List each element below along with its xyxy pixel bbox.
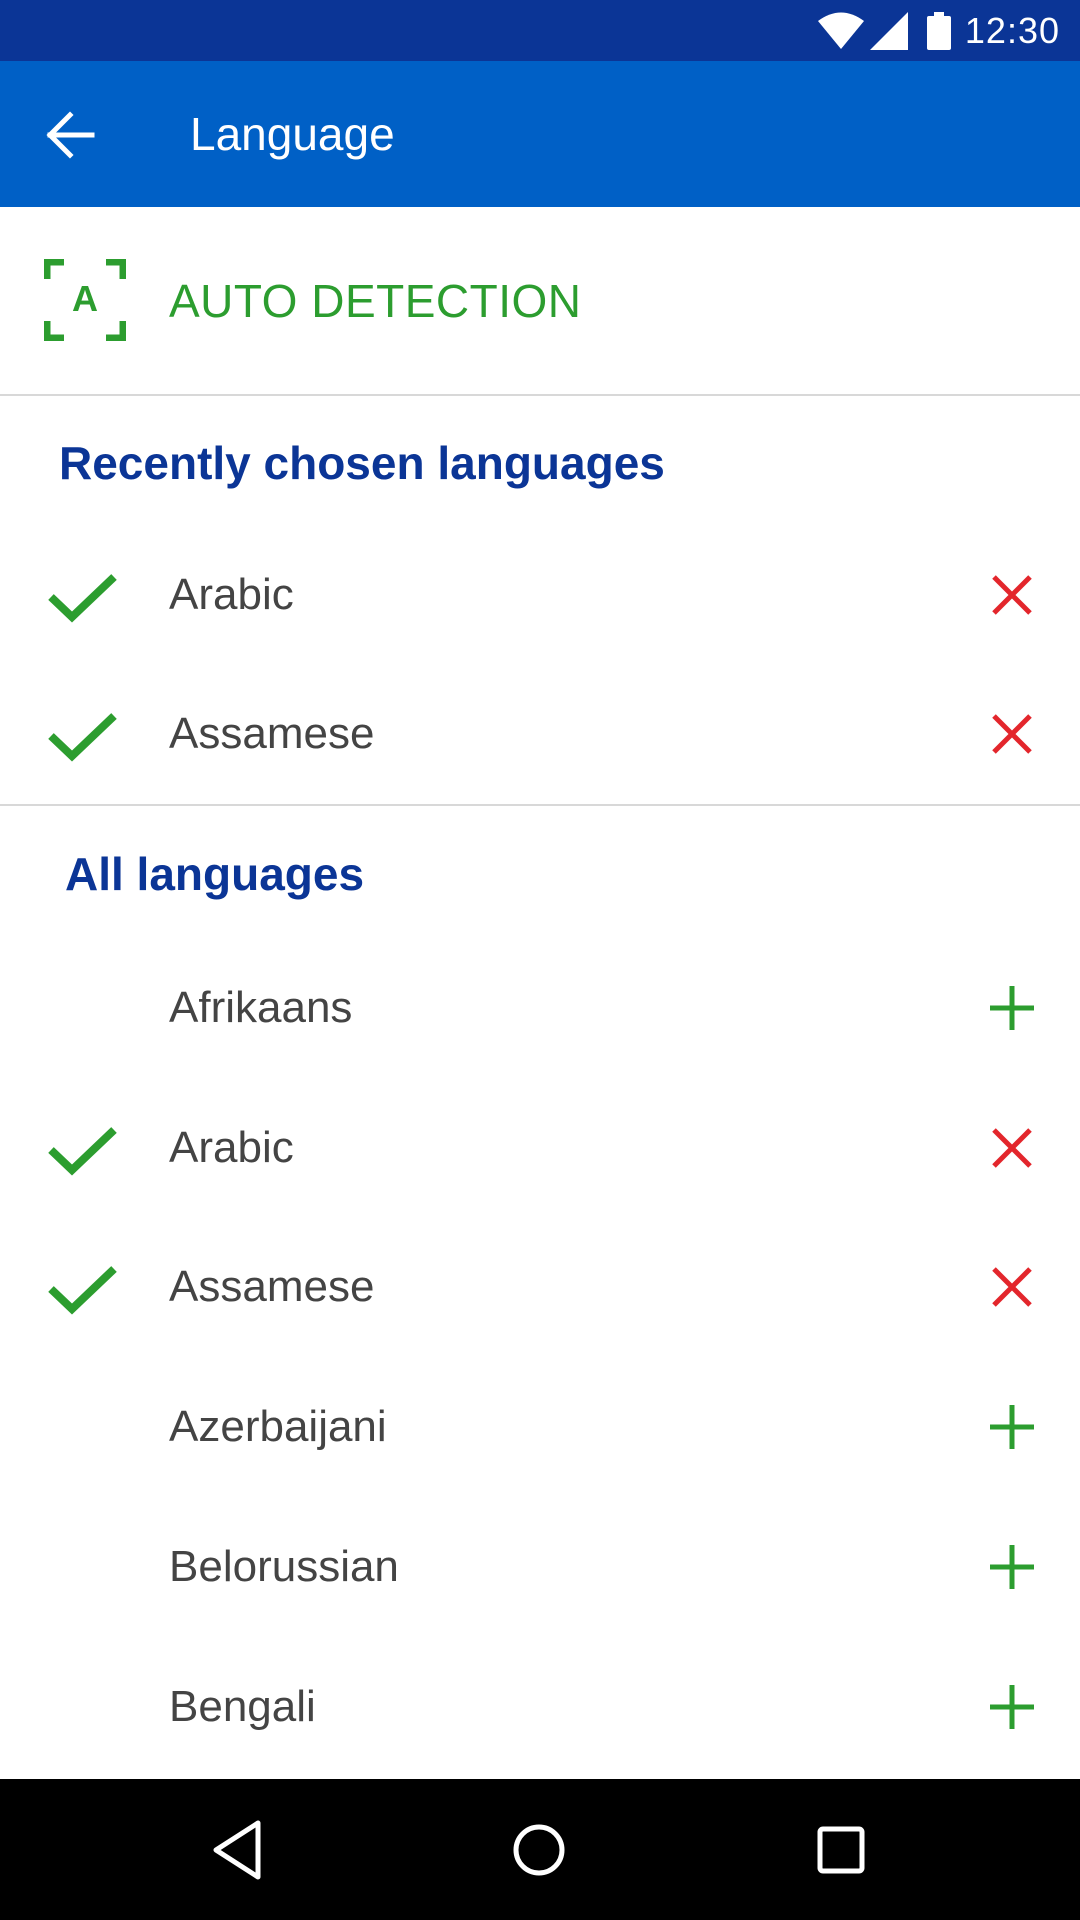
remove-icon[interactable] [988, 1124, 1036, 1172]
auto-detection-label: AUTO DETECTION [169, 275, 582, 327]
app-bar: Language [0, 61, 1080, 207]
add-icon[interactable] [988, 1683, 1036, 1731]
list-item-azerbaijani[interactable]: Azerbaijani [0, 1357, 1080, 1497]
navigation-bar [0, 1779, 1080, 1920]
language-name: Belorussian [169, 1542, 399, 1591]
remove-icon[interactable] [988, 1263, 1036, 1311]
language-name: Bengali [169, 1682, 316, 1731]
wifi-icon [818, 12, 864, 49]
battery-icon [927, 12, 951, 50]
status-time: 12:30 [964, 10, 1060, 51]
divider [0, 394, 1080, 396]
language-name: Assamese [169, 709, 375, 758]
check-icon [48, 1127, 117, 1176]
check-icon [48, 574, 117, 623]
list-item-belorussian[interactable]: Belorussian [0, 1497, 1080, 1637]
list-item-recent-assamese[interactable]: Assamese [0, 664, 1080, 804]
back-triangle-icon[interactable] [206, 1817, 272, 1883]
arrow-back-icon[interactable] [44, 109, 96, 161]
cellular-signal-icon [870, 12, 908, 50]
language-name: Arabic [169, 1123, 294, 1172]
list-item-recent-arabic[interactable]: Arabic [0, 525, 1080, 665]
add-icon[interactable] [988, 1543, 1036, 1591]
language-name: Arabic [169, 570, 294, 619]
page-title: Language [190, 108, 395, 160]
add-icon[interactable] [988, 984, 1036, 1032]
auto-detect-icon: A [44, 259, 126, 341]
all-languages-heading: All languages [65, 848, 365, 900]
list-item-arabic[interactable]: Arabic [0, 1078, 1080, 1218]
home-circle-icon[interactable] [506, 1817, 572, 1883]
remove-icon[interactable] [988, 710, 1036, 758]
add-icon[interactable] [988, 1403, 1036, 1451]
check-icon [48, 713, 117, 762]
auto-detection-option[interactable]: A AUTO DETECTION [0, 207, 1080, 395]
language-name: Assamese [169, 1262, 375, 1311]
svg-text:A: A [72, 278, 98, 319]
language-name: Azerbaijani [169, 1402, 387, 1451]
status-bar: 12:30 [0, 0, 1080, 61]
divider [0, 804, 1080, 806]
list-item-assamese[interactable]: Assamese [0, 1217, 1080, 1357]
remove-icon[interactable] [988, 571, 1036, 619]
recent-languages-heading: Recently chosen languages [59, 437, 665, 489]
list-item-bengali[interactable]: Bengali [0, 1637, 1080, 1777]
list-item-afrikaans[interactable]: Afrikaans [0, 938, 1080, 1078]
language-name: Afrikaans [169, 983, 353, 1032]
recents-square-icon[interactable] [808, 1817, 874, 1883]
check-icon [48, 1266, 117, 1315]
